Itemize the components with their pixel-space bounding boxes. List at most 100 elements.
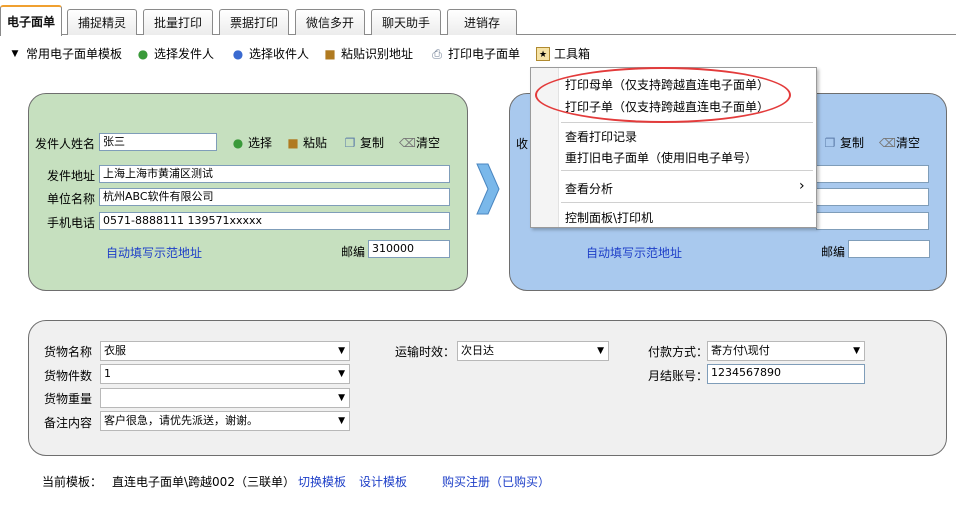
dropdown-arrow-icon: ▼	[338, 393, 345, 403]
transit-select[interactable]: 次日达 ▼	[457, 341, 609, 361]
goods-name-label: 货物名称	[44, 345, 93, 359]
sender-zip-field[interactable]: 310000	[368, 240, 450, 258]
tab-bar: 电子面单 捕捉精灵 批量打印 票据打印 微信多开 聊天助手 进销存	[0, 0, 956, 36]
payment-label: 付款方式：	[648, 345, 709, 359]
receiver-company-field[interactable]	[816, 188, 929, 206]
receiver-zip-field[interactable]	[848, 240, 930, 258]
select-receiver-button[interactable]: ● 选择收件人	[231, 45, 309, 62]
dropdown-arrow-icon: ▼	[338, 346, 345, 356]
receiver-copy-button[interactable]: ❐ 复制	[823, 134, 864, 151]
switch-template-link[interactable]: 切换模板	[298, 473, 346, 490]
submenu-arrow-icon: ›	[799, 178, 805, 194]
receiver-address-field[interactable]	[816, 165, 929, 183]
select-sender-label: 选择发件人	[154, 47, 215, 61]
print-waybill-label: 打印电子面单	[448, 47, 521, 61]
receiver-clear-button[interactable]: ⌫ 清空	[879, 134, 920, 151]
eraser-icon: ⌫	[879, 135, 896, 150]
transit-value: 次日达	[461, 344, 494, 357]
menu-item-reprint-old[interactable]: 重打旧电子面单（使用旧电子单号）	[565, 149, 757, 166]
tab-capture[interactable]: 捕捉精灵	[67, 9, 137, 35]
sender-company-label: 单位名称	[47, 192, 96, 206]
account-field[interactable]: 1234567890	[707, 364, 865, 384]
sender-clear-label: 清空	[416, 136, 441, 150]
goods-remark-label: 备注内容	[44, 416, 93, 430]
receiver-name-label: 收	[516, 137, 529, 151]
user-icon: ●	[232, 46, 244, 61]
sender-autofill-link[interactable]: 自动填写示范地址	[106, 244, 202, 261]
sender-paste-button[interactable]: ■ 粘贴	[286, 134, 327, 151]
sender-company-field[interactable]: 杭州ABC软件有限公司	[99, 188, 450, 206]
clipboard-icon: ■	[287, 135, 299, 150]
payment-value: 寄方付\现付	[711, 344, 770, 357]
current-template-value: 直连电子面单\跨越002（三联单）	[112, 475, 295, 489]
receiver-copy-label: 复制	[840, 136, 865, 150]
payment-select[interactable]: 寄方付\现付 ▼	[707, 341, 865, 361]
sender-address-label: 发件地址	[47, 169, 96, 183]
toolbox-label: 工具箱	[554, 47, 591, 61]
copy-icon: ❐	[824, 135, 836, 150]
print-waybill-button[interactable]: ⎙ 打印电子面单	[430, 45, 520, 62]
toolbox-icon: ★	[536, 46, 550, 61]
tab-receipt-print[interactable]: 票据打印	[219, 9, 289, 35]
eraser-icon: ⌫	[399, 135, 416, 150]
sender-clear-button[interactable]: ⌫ 清空	[399, 134, 440, 151]
menu-separator	[561, 122, 813, 123]
sender-paste-label: 粘贴	[303, 136, 328, 150]
template-menu-button[interactable]: ▼ 常用电子面单模板	[8, 45, 122, 62]
right-arrow-icon	[476, 163, 500, 215]
caret-down-icon: ▼	[11, 48, 19, 59]
sender-panel: 发件人姓名 张三 ● 选择 ■ 粘贴 ❐ 复制 ⌫ 清空 发件地址 上海上海市黄…	[28, 93, 468, 291]
receiver-phone-field[interactable]	[816, 212, 929, 230]
goods-count-value: 1	[104, 367, 111, 380]
current-template-label: 当前模板：	[42, 475, 103, 489]
sender-copy-button[interactable]: ❐ 复制	[343, 134, 384, 151]
dropdown-arrow-icon: ▼	[853, 346, 860, 356]
goods-weight-label: 货物重量	[44, 392, 93, 406]
menu-item-print-child[interactable]: 打印子单（仅支持跨越直连电子面单）	[565, 98, 769, 115]
goods-name-select[interactable]: 衣服 ▼	[100, 341, 350, 361]
transit-label: 运输时效：	[395, 345, 456, 359]
account-label: 月结账号：	[648, 369, 709, 383]
menu-item-print-history[interactable]: 查看打印记录	[565, 128, 637, 145]
tab-batch-print[interactable]: 批量打印	[143, 9, 213, 35]
sender-zip-label: 邮编	[341, 245, 366, 259]
toolbar: ▼ 常用电子面单模板 ● 选择发件人 ● 选择收件人 ■ 粘贴识别地址 ⎙ 打印…	[0, 38, 956, 68]
select-sender-button[interactable]: ● 选择发件人	[136, 45, 214, 62]
paste-address-button[interactable]: ■ 粘贴识别地址	[323, 45, 413, 62]
tab-waybill[interactable]: 电子面单	[0, 5, 62, 36]
goods-panel: 货物名称 衣服 ▼ 货物件数 1 ▼ 货物重量 ▼ 备注内容 客户很急，请优先派…	[28, 320, 947, 456]
goods-weight-select[interactable]: ▼	[100, 388, 350, 408]
sender-name-label: 发件人姓名	[35, 137, 96, 151]
toolbox-menu: 打印母单（仅支持跨越直连电子面单） 打印子单（仅支持跨越直连电子面单） 查看打印…	[530, 67, 817, 228]
menu-separator	[561, 170, 813, 171]
menu-item-control-panel[interactable]: 控制面板\打印机	[565, 209, 653, 226]
select-receiver-label: 选择收件人	[249, 47, 310, 61]
paste-address-label: 粘贴识别地址	[341, 47, 414, 61]
goods-remark-select[interactable]: 客户很急，请优先派送，谢谢。 ▼	[100, 411, 350, 431]
goods-name-value: 衣服	[104, 344, 126, 357]
purchase-link[interactable]: 购买注册（已购买）	[442, 473, 550, 490]
goods-count-label: 货物件数	[44, 369, 93, 383]
dropdown-arrow-icon: ▼	[338, 369, 345, 379]
menu-item-print-master[interactable]: 打印母单（仅支持跨越直连电子面单）	[565, 76, 769, 93]
sender-select-label: 选择	[248, 136, 273, 150]
sender-select-button[interactable]: ● 选择	[231, 134, 272, 151]
toolbox-button[interactable]: ★ 工具箱	[536, 45, 590, 62]
tab-inventory[interactable]: 进销存	[447, 9, 517, 35]
goods-count-select[interactable]: 1 ▼	[100, 364, 350, 384]
receiver-clear-label: 清空	[896, 136, 921, 150]
sender-phone-label: 手机电话	[47, 216, 96, 230]
tab-wechat-multi[interactable]: 微信多开	[295, 9, 365, 35]
design-template-link[interactable]: 设计模板	[359, 473, 407, 490]
sender-address-field[interactable]: 上海上海市黄浦区测试	[99, 165, 450, 183]
dropdown-arrow-icon: ▼	[338, 416, 345, 426]
receiver-zip-label: 邮编	[821, 245, 846, 259]
sender-phone-field[interactable]: 0571-8888111 139571xxxxx	[99, 212, 450, 230]
printer-icon: ⎙	[432, 46, 442, 61]
tab-chat-assistant[interactable]: 聊天助手	[371, 9, 441, 35]
sender-name-field[interactable]: 张三	[99, 133, 217, 151]
receiver-autofill-link[interactable]: 自动填写示范地址	[586, 244, 682, 261]
menu-item-analysis[interactable]: 查看分析	[565, 180, 613, 197]
menu-separator	[561, 202, 813, 203]
menu-gutter	[531, 68, 559, 227]
